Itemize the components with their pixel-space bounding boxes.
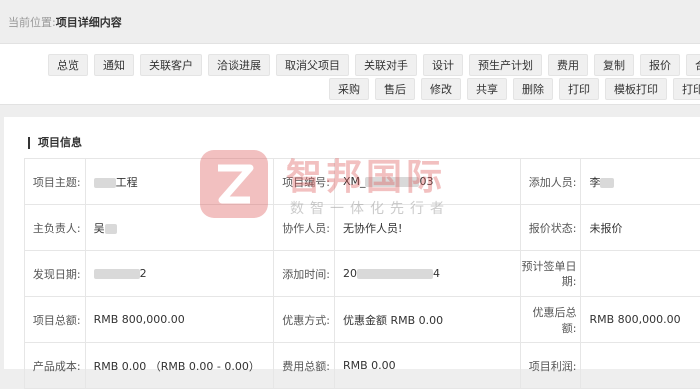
owner-value: 吴 — [85, 205, 274, 251]
toolbar-row-2: 采购 售后 修改 共享 删除 打印 模板打印 打印 — [329, 78, 700, 100]
owner-label: 主负责人: — [25, 205, 86, 251]
collaborators-value: 无协作人员! — [334, 205, 520, 251]
project-number-suffix: 03 — [419, 175, 433, 188]
added-by-text: 李 — [589, 176, 600, 189]
product-cost-label: 产品成本: — [25, 343, 86, 389]
product-cost-value: RMB 0.00 （RMB 0.00 - 0.00） — [85, 343, 274, 389]
toolbar-row-1: 总览 通知 关联客户 洽谈进展 取消父项目 关联对手 设计 预生产计划 费用 复… — [48, 54, 700, 76]
after-sales-button[interactable]: 售后 — [375, 78, 415, 100]
print-button[interactable]: 打印 — [559, 78, 599, 100]
table-row: 产品成本: RMB 0.00 （RMB 0.00 - 0.00） 费用总额: R… — [25, 343, 700, 389]
breadcrumb: 当前位置:项目详细内容 — [8, 14, 122, 30]
print-button-2[interactable]: 打印 — [673, 78, 700, 100]
project-number-value: XM_ 03 — [334, 159, 520, 205]
redacted-block — [105, 224, 117, 234]
redacted-block — [600, 178, 614, 188]
preproduction-plan-button[interactable]: 预生产计划 — [469, 54, 542, 76]
template-print-button[interactable]: 模板打印 — [605, 78, 667, 100]
link-competitor-button[interactable]: 关联对手 — [355, 54, 417, 76]
expected-sign-date-label: 预计签单日期: — [520, 251, 581, 297]
action-toolbar: 总览 通知 关联客户 洽谈进展 取消父项目 关联对手 设计 预生产计划 费用 复… — [0, 43, 700, 105]
link-customer-button[interactable]: 关联客户 — [140, 54, 202, 76]
project-info-panel: 项目信息 项目主题: 工程 项目编号: XM_ 03 添加人员: 李 主负责人: … — [4, 117, 700, 369]
share-button[interactable]: 共享 — [467, 78, 507, 100]
project-subject-value: 工程 — [85, 159, 274, 205]
overview-button[interactable]: 总览 — [48, 54, 88, 76]
expense-button[interactable]: 费用 — [548, 54, 588, 76]
quote-button[interactable]: 报价 — [640, 54, 680, 76]
breadcrumb-prefix: 当前位置: — [8, 16, 56, 29]
project-subject-text: 工程 — [116, 176, 138, 189]
redacted-block — [357, 269, 433, 279]
collaborators-label: 协作人员: — [274, 205, 335, 251]
added-time-prefix: 20 — [343, 267, 357, 280]
redacted-block — [94, 269, 140, 279]
project-total-value: RMB 800,000.00 — [85, 297, 274, 343]
table-row: 主负责人: 吴 协作人员: 无协作人员! 报价状态: 未报价 — [25, 205, 700, 251]
redacted-block — [365, 177, 419, 187]
negotiation-progress-button[interactable]: 洽谈进展 — [208, 54, 270, 76]
expense-total-label: 费用总额: — [274, 343, 335, 389]
discovery-date-text: 2 — [140, 267, 147, 280]
notify-button[interactable]: 通知 — [94, 54, 134, 76]
discovery-date-value: 2 — [85, 251, 274, 297]
discount-method-value: 优惠金额 RMB 0.00 — [334, 297, 520, 343]
discovery-date-label: 发现日期: — [25, 251, 86, 297]
table-row: 发现日期: 2 添加时间: 20 4 预计签单日期: — [25, 251, 700, 297]
edit-button[interactable]: 修改 — [421, 78, 461, 100]
project-number-label: 项目编号: — [274, 159, 335, 205]
delete-button[interactable]: 删除 — [513, 78, 553, 100]
contract-button[interactable]: 合同 — [686, 54, 700, 76]
project-profit-value — [581, 343, 700, 389]
added-time-value: 20 4 — [334, 251, 520, 297]
added-time-suffix: 4 — [433, 267, 440, 280]
project-number-prefix: XM_ — [343, 175, 366, 188]
discount-method-label: 优惠方式: — [274, 297, 335, 343]
project-info-table: 项目主题: 工程 项目编号: XM_ 03 添加人员: 李 主负责人: 吴 协作人… — [24, 158, 700, 389]
expense-total-value: RMB 0.00 — [334, 343, 520, 389]
added-by-label: 添加人员: — [520, 159, 581, 205]
discounted-total-label: 优惠后总额: — [520, 297, 581, 343]
section-title: 项目信息 — [28, 137, 82, 149]
project-subject-label: 项目主题: — [25, 159, 86, 205]
quote-status-label: 报价状态: — [520, 205, 581, 251]
cancel-parent-project-button[interactable]: 取消父项目 — [276, 54, 349, 76]
quote-status-value: 未报价 — [581, 205, 700, 251]
added-by-value: 李 — [581, 159, 700, 205]
table-row: 项目总额: RMB 800,000.00 优惠方式: 优惠金额 RMB 0.00… — [25, 297, 700, 343]
page-title: 项目详细内容 — [56, 16, 122, 29]
redacted-block — [94, 178, 116, 188]
purchase-button[interactable]: 采购 — [329, 78, 369, 100]
copy-button[interactable]: 复制 — [594, 54, 634, 76]
discounted-total-value: RMB 800,000.00 — [581, 297, 700, 343]
added-time-label: 添加时间: — [274, 251, 335, 297]
design-button[interactable]: 设计 — [423, 54, 463, 76]
expected-sign-date-value — [581, 251, 700, 297]
owner-text: 吴 — [94, 222, 105, 235]
table-row: 项目主题: 工程 项目编号: XM_ 03 添加人员: 李 — [25, 159, 700, 205]
project-total-label: 项目总额: — [25, 297, 86, 343]
project-profit-label: 项目利润: — [520, 343, 581, 389]
